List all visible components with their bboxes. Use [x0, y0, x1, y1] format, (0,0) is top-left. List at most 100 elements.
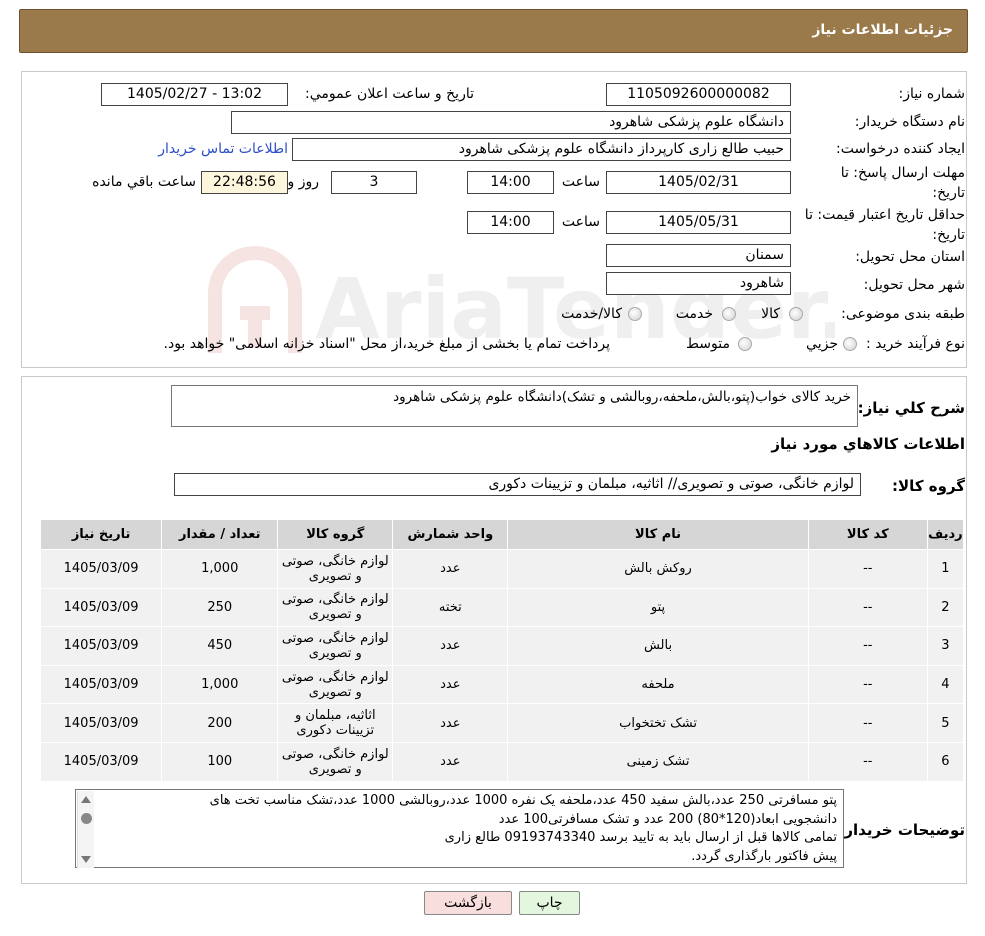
table-row: 5 -- تشک تختخواب عدد اثاثیه، مبلمان و تز… — [39, 703, 965, 743]
item-group: لوازم خانگی، صوتی و تصویری — [277, 549, 394, 589]
table-row: 1 -- روکش بالش عدد لوازم خانگی، صوتی و ت… — [39, 549, 965, 589]
item-unit: عدد — [392, 664, 509, 705]
validity-label-line1: حداقل تاريخ اعتبار قيمت: تا — [804, 207, 965, 223]
deadline-time-label: ساعت — [561, 174, 600, 190]
item-quantity: 450 — [161, 626, 279, 666]
validity-time-field: 14:00 — [467, 211, 554, 234]
table-row: 4 -- ملحفه عدد لوازم خانگی، صوتی و تصویر… — [39, 664, 965, 705]
days-label: روز و — [287, 174, 320, 190]
announce-field: 1405/02/27 - 13:02 — [101, 83, 288, 106]
item-name: تشک زمینی — [507, 741, 809, 782]
item-unit: عدد — [392, 703, 509, 743]
item-quantity: 100 — [161, 741, 279, 782]
items-table: رديف کد کالا نام کالا واحد شمارش گروه کا… — [39, 519, 965, 782]
row-number: 3 — [926, 626, 965, 666]
category-radio-service[interactable] — [722, 307, 736, 321]
category-label: طبقه بندی موضوعی: — [841, 306, 965, 322]
buyer-notes-textarea[interactable]: پتو مسافرتی 250 عدد،بالش سفید 450 عدد،مل… — [75, 789, 844, 868]
back-button[interactable]: بازگشت — [424, 891, 512, 915]
item-code: -- — [807, 549, 928, 589]
item-need-date: 1405/03/09 — [39, 664, 163, 705]
row-number: 4 — [926, 664, 965, 705]
city-label: شهر محل تحويل: — [863, 277, 965, 293]
scroll-up-icon[interactable] — [81, 796, 91, 803]
item-group: لوازم خانگی، صوتی و تصویری — [277, 664, 394, 705]
table-header-row: رديف کد کالا نام کالا واحد شمارش گروه کا… — [39, 519, 965, 550]
deadline-date-field: 1405/02/31 — [606, 171, 791, 194]
table-row: 3 -- بالش عدد لوازم خانگی، صوتی و تصویری… — [39, 626, 965, 666]
page-header: جزئیات اطلاعات نیاز — [19, 9, 968, 53]
group-label: گروه کالا: — [892, 477, 965, 495]
item-name: پتو — [507, 587, 809, 628]
process-option-medium: متوسط — [686, 336, 730, 352]
days-field: 3 — [331, 171, 417, 194]
item-quantity: 1,000 — [161, 664, 279, 705]
need-number-field: 1105092600000082 — [606, 83, 791, 106]
category-radio-goods[interactable] — [789, 307, 803, 321]
col-need-date: تاريخ نياز — [39, 519, 163, 550]
item-unit: تخته — [392, 587, 509, 628]
item-need-date: 1405/03/09 — [39, 703, 163, 743]
creator-field: حبیب طالع زاری کارپرداز دانشگاه علوم پزش… — [292, 138, 791, 161]
category-radio-goods-service[interactable] — [628, 307, 642, 321]
need-number-label: شماره نیاز: — [898, 86, 966, 102]
item-code: -- — [807, 664, 928, 705]
category-option-goods: کالا — [761, 306, 780, 322]
deadline-time-field: 14:00 — [467, 171, 554, 194]
item-quantity: 200 — [161, 703, 279, 743]
process-label: نوع فرآيند خريد : — [866, 336, 965, 352]
row-number: 1 — [926, 549, 965, 589]
category-option-service: خدمت — [675, 306, 713, 322]
buyer-contact-link[interactable]: اطلاعات تماس خريدار — [158, 141, 288, 157]
validity-label: حداقل تاريخ اعتبار قيمت: تا تاريخ: — [805, 205, 965, 245]
remaining-label: ساعت باقي مانده — [92, 174, 196, 190]
col-item-code: کد کالا — [807, 519, 928, 550]
buyer-notes-line: دانشجویی ابعاد(120*80) 200 عدد و تشک مسا… — [498, 811, 837, 827]
buyer-notes-line: پتو مسافرتی 250 عدد،بالش سفید 450 عدد،مل… — [209, 793, 837, 808]
category-option-goods-service: کالا/خدمت — [561, 306, 622, 322]
item-name: تشک تختخواب — [507, 703, 809, 743]
item-need-date: 1405/03/09 — [39, 741, 163, 782]
table-row: 2 -- پتو تخته لوازم خانگی، صوتی و تصویری… — [39, 587, 965, 628]
item-unit: عدد — [392, 626, 509, 666]
item-code: -- — [807, 587, 928, 628]
process-radio-medium[interactable] — [738, 337, 752, 351]
row-number: 2 — [926, 587, 965, 628]
item-name: بالش — [507, 626, 809, 666]
row-number: 6 — [926, 741, 965, 782]
item-quantity: 1,000 — [161, 549, 279, 589]
buyer-notes-line: پیش فاکتور بارگذاری گردد. — [691, 848, 837, 864]
item-group: لوازم خانگی، صوتی و تصویری — [277, 741, 394, 782]
col-item-name: نام کالا — [507, 519, 809, 550]
validity-label-line2: تاريخ: — [932, 227, 965, 243]
col-group: گروه کالا — [277, 519, 394, 550]
process-note: پرداخت تمام یا بخشی از مبلغ خرید،از محل … — [163, 336, 610, 352]
scroll-down-icon[interactable] — [81, 856, 91, 863]
item-need-date: 1405/03/09 — [39, 587, 163, 628]
print-button[interactable]: چاپ — [519, 891, 580, 915]
announce-label: تاريخ و ساعت اعلان عمومي: — [305, 86, 474, 102]
col-unit: واحد شمارش — [392, 519, 509, 550]
buyer-notes-line: تمامی کالاها قبل از ارسال باید به تایید … — [444, 830, 837, 845]
province-field: سمنان — [606, 244, 791, 267]
summary-textarea[interactable]: خرید کالای خواب(پتو،بالش،ملحفه،روبالشی و… — [171, 385, 858, 427]
scroll-thumb[interactable] — [81, 813, 92, 824]
deadline-label-line2: تاريخ: — [932, 185, 965, 201]
row-number: 5 — [926, 703, 965, 743]
process-radio-minor[interactable] — [843, 337, 857, 351]
buyer-label: نام دستگاه خريدار: — [854, 114, 965, 130]
province-label: استان محل تحويل: — [855, 249, 965, 265]
item-need-date: 1405/03/09 — [39, 626, 163, 666]
validity-date-field: 1405/05/31 — [606, 211, 791, 234]
col-quantity: تعداد / مقدار — [161, 519, 279, 550]
buyer-field: دانشگاه علوم پزشکی شاهرود — [231, 111, 791, 134]
item-code: -- — [807, 626, 928, 666]
item-group: لوازم خانگی، صوتی و تصویری — [277, 626, 394, 666]
item-group: اثاثیه، مبلمان و تزیینات دکوری — [277, 703, 394, 743]
buyer-notes-label: توضيحات خريدار: — [838, 821, 965, 839]
item-name: ملحفه — [507, 664, 809, 705]
notes-scrollbar[interactable] — [77, 791, 94, 868]
table-row: 6 -- تشک زمینی عدد لوازم خانگی، صوتی و ت… — [39, 741, 965, 782]
deadline-label: مهلت ارسال پاسخ: تا تاريخ: — [841, 163, 965, 203]
item-name: روکش بالش — [507, 549, 809, 589]
